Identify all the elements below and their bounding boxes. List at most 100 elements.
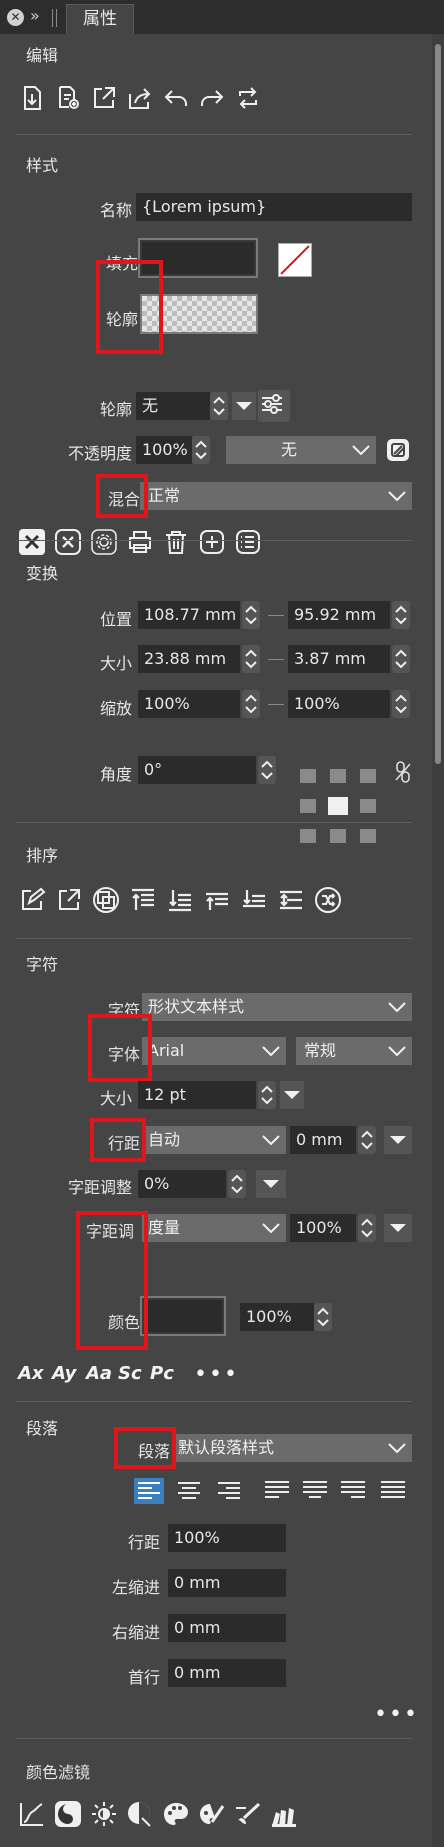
align-right-icon[interactable] — [214, 1478, 244, 1504]
size-h-input[interactable]: 3.87 mm — [288, 645, 390, 673]
position-x-input[interactable]: 108.77 mm — [138, 601, 240, 629]
add-icon[interactable] — [198, 528, 226, 556]
align-middle-icon[interactable] — [277, 886, 303, 912]
font-weight-dropdown[interactable]: 常规 — [296, 1037, 412, 1065]
position-y-stepper[interactable] — [392, 601, 410, 629]
blend-mode-dropdown[interactable]: 正常 — [140, 482, 412, 510]
left-indent-input[interactable]: 0 mm — [168, 1569, 286, 1597]
list-icon[interactable] — [234, 528, 262, 556]
insert-file-icon[interactable] — [54, 84, 82, 112]
brush-icon[interactable] — [234, 1800, 262, 1828]
send-back-icon[interactable] — [166, 886, 192, 912]
paragraph-leading-input[interactable]: 100% — [168, 1524, 286, 1552]
link-icon[interactable] — [394, 760, 412, 784]
drag-handle[interactable] — [52, 9, 53, 27]
tracking-dropdown[interactable]: 度量 — [142, 1214, 286, 1242]
effect-aa[interactable]: Aa — [86, 1363, 112, 1384]
export-icon[interactable] — [90, 84, 118, 112]
right-indent-input[interactable]: 0 mm — [168, 1614, 286, 1642]
clear-x-icon[interactable] — [18, 528, 46, 556]
opacity-input[interactable]: 100% — [136, 436, 192, 464]
fan-icon[interactable] — [270, 1800, 298, 1828]
font-size-stepper[interactable] — [258, 1081, 276, 1109]
open-external-icon[interactable] — [55, 886, 81, 912]
anchor-point-grid[interactable] — [300, 769, 378, 843]
justify-left-icon[interactable] — [262, 1478, 292, 1504]
justify-center-icon[interactable] — [300, 1478, 330, 1504]
scale-x-input[interactable]: 100% — [138, 690, 240, 718]
character-style-dropdown[interactable]: 形状文本样式 — [142, 993, 412, 1021]
text-color-swatch[interactable] — [140, 1296, 226, 1336]
anchor-top-left[interactable] — [300, 769, 316, 783]
anchor-right[interactable] — [360, 799, 376, 813]
size-w-stepper[interactable] — [242, 645, 260, 673]
stroke-width-stepper[interactable] — [210, 392, 228, 420]
settings-icon[interactable] — [90, 528, 118, 556]
font-size-input[interactable]: 12 pt — [138, 1081, 256, 1109]
curves-icon[interactable] — [18, 1800, 46, 1828]
angle-input[interactable]: 0° — [138, 756, 256, 784]
scale-y-input[interactable]: 100% — [288, 690, 390, 718]
double-chevron-icon[interactable]: » — [30, 6, 40, 25]
opacity-options-icon[interactable] — [384, 436, 412, 464]
anchor-center[interactable] — [328, 797, 348, 815]
leading-offset-dropdown[interactable] — [384, 1126, 412, 1154]
bring-front-icon[interactable] — [129, 886, 155, 912]
stroke-style-dropdown[interactable] — [232, 392, 256, 420]
opacity-mode-dropdown[interactable]: 无 — [226, 436, 376, 464]
stroke-width-input[interactable]: 无 — [136, 392, 210, 420]
share-icon[interactable] — [126, 84, 154, 112]
effect-ax[interactable]: Ax — [18, 1363, 44, 1384]
anchor-bottom[interactable] — [330, 829, 346, 843]
undo-icon[interactable] — [162, 84, 190, 112]
effect-sc[interactable]: Sc — [118, 1363, 142, 1384]
first-line-input[interactable]: 0 mm — [168, 1659, 286, 1687]
drag-handle-2[interactable] — [56, 9, 57, 27]
edit-icon[interactable] — [18, 886, 46, 912]
redo-icon[interactable] — [198, 84, 226, 112]
text-color-opacity-stepper[interactable] — [314, 1303, 332, 1331]
contrast-icon[interactable] — [126, 1800, 154, 1828]
import-icon[interactable] — [18, 84, 46, 112]
bring-forward-icon[interactable] — [203, 886, 229, 912]
paragraph-style-dropdown[interactable]: 默认段落样式 — [172, 1434, 412, 1462]
justify-all-icon[interactable] — [378, 1478, 408, 1504]
scale-y-stepper[interactable] — [392, 690, 410, 718]
paragraph-more-button[interactable]: ••• — [374, 1704, 419, 1726]
justify-right-icon[interactable] — [338, 1478, 368, 1504]
remove-circle-icon[interactable] — [54, 528, 82, 556]
tracking-percent-stepper[interactable] — [358, 1214, 376, 1242]
anchor-top[interactable] — [330, 769, 346, 783]
palette-brush-icon[interactable] — [198, 1800, 226, 1828]
anchor-bottom-left[interactable] — [300, 829, 316, 843]
trash-icon[interactable] — [162, 528, 190, 556]
close-icon[interactable]: ✕ — [7, 9, 24, 26]
leading-offset-stepper[interactable] — [358, 1126, 376, 1154]
print-icon[interactable] — [126, 528, 154, 556]
anchor-top-right[interactable] — [360, 769, 376, 783]
send-backward-icon[interactable] — [240, 886, 266, 912]
tab-properties[interactable]: 属性 — [66, 4, 134, 34]
more-options-button[interactable]: ••• — [194, 1364, 239, 1386]
kerning-dropdown[interactable] — [256, 1170, 286, 1198]
overlap-icon[interactable] — [92, 886, 119, 913]
font-family-dropdown[interactable]: Arial — [142, 1037, 286, 1065]
size-h-stepper[interactable] — [392, 645, 410, 673]
sliders-icon[interactable] — [258, 390, 290, 422]
kerning-stepper[interactable] — [228, 1170, 246, 1198]
anchor-bottom-right[interactable] — [360, 829, 376, 843]
scrollbar[interactable] — [432, 34, 444, 1847]
yin-yang-icon[interactable] — [54, 1800, 82, 1828]
refresh-icon[interactable] — [234, 84, 262, 112]
tracking-percent-input[interactable]: 100% — [290, 1214, 356, 1242]
anchor-left[interactable] — [300, 799, 316, 813]
text-color-opacity-input[interactable]: 100% — [240, 1303, 314, 1331]
align-left-icon[interactable] — [134, 1478, 164, 1504]
angle-stepper[interactable] — [258, 756, 276, 784]
swap-icon[interactable] — [314, 886, 341, 913]
scale-x-stepper[interactable] — [242, 690, 260, 718]
effect-pc[interactable]: Pc — [150, 1363, 174, 1384]
name-input[interactable]: {Lorem ipsum} — [136, 193, 412, 221]
size-w-input[interactable]: 23.88 mm — [138, 645, 240, 673]
position-y-input[interactable]: 95.92 mm — [288, 601, 390, 629]
